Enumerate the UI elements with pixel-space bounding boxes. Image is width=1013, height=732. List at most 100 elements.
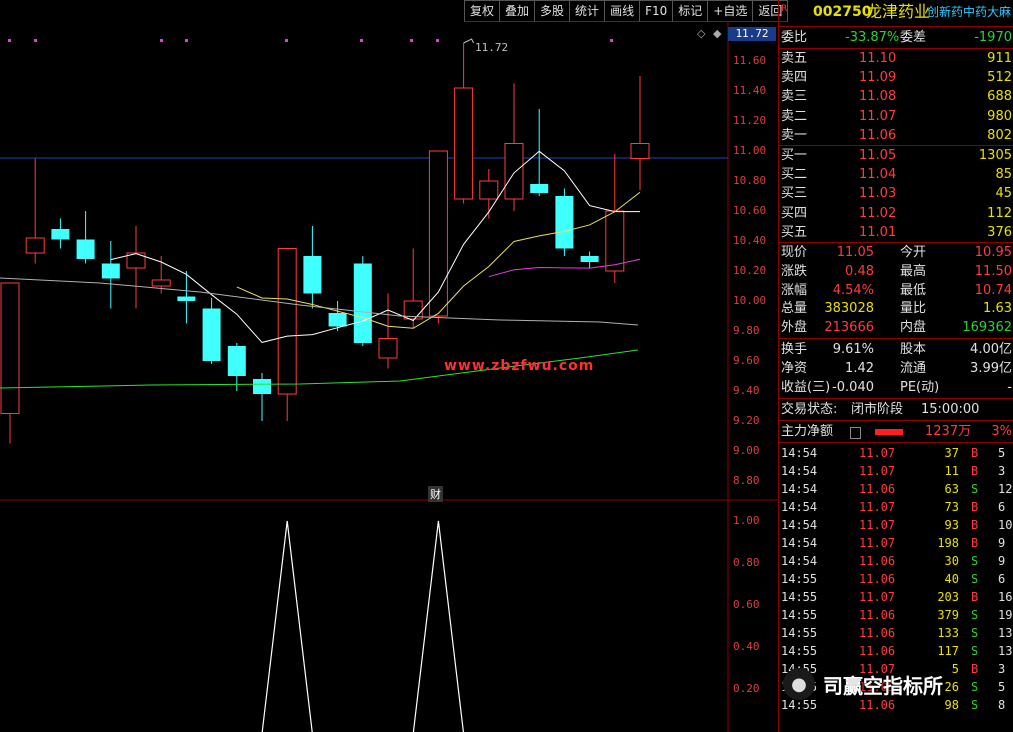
- toolbar-button-1[interactable]: 叠加: [499, 0, 536, 22]
- tick-row: 14:55 11.06 40 S 6: [779, 570, 1013, 588]
- stat-row: 净资 1.42 流通 3.99亿: [779, 360, 1013, 378]
- price-tick: 8.80: [733, 474, 760, 487]
- price-tick: 11.60: [733, 54, 767, 67]
- bid-price: 11.01: [859, 224, 897, 240]
- candle-body: [555, 196, 574, 249]
- tick-row: 14:55 11.07 203 B 16: [779, 588, 1013, 606]
- stat-row: 外盘 213666 内盘 169362: [779, 319, 1013, 337]
- tick-s: S: [971, 626, 979, 640]
- price-tick: 10.00: [733, 294, 767, 307]
- indicator-label[interactable]: 财: [428, 486, 443, 502]
- stock-concept: 创新药中药大麻: [927, 5, 1012, 19]
- bid-label: 买三: [781, 186, 808, 202]
- marker-dot: [610, 39, 613, 42]
- stock-header: R 002750 龙津药业 创新药中药大麻: [779, 3, 1013, 23]
- candle-body: [454, 87, 474, 200]
- tick-p: 11.06: [859, 608, 896, 622]
- tick-n: 9: [998, 536, 1006, 550]
- ask-price: 11.08: [859, 89, 897, 105]
- toolbar-button-3[interactable]: 统计: [569, 0, 606, 22]
- watermark-text: www.zbzfwu.com: [444, 358, 595, 374]
- ask-volume: 980: [987, 108, 1012, 124]
- toolbar-button-4[interactable]: 画线: [604, 0, 641, 22]
- tick-t: 14:55: [781, 644, 818, 658]
- stock-name: 龙津药业: [866, 2, 931, 21]
- price-marker: 11.72: [728, 27, 776, 41]
- candle-body: [479, 180, 499, 200]
- weibi-row: 委比 -33.87% 委差 -1970: [779, 29, 1013, 47]
- tick-p: 11.07: [859, 464, 896, 478]
- tick-v: 93: [944, 518, 959, 532]
- bid-label: 买一: [781, 148, 808, 163]
- bid-label: 买五: [781, 224, 808, 240]
- tick-v: 5: [951, 662, 959, 676]
- tick-t: 14:54: [781, 464, 818, 478]
- tick-p: 11.06: [859, 554, 896, 568]
- tick-s: S: [971, 482, 979, 496]
- tick-row: 14:55 11.06 117 S 13: [779, 642, 1013, 660]
- tick-p: 11.06: [859, 572, 896, 586]
- kline-chart[interactable]: ◇ ◆ 11.72 11.72 www.zbzfwu.com 财 11.60 11.…: [0, 0, 778, 732]
- divider: [779, 26, 1013, 27]
- toolbar-button-7[interactable]: +自选: [707, 0, 754, 22]
- tick-t: 14:54: [781, 536, 818, 550]
- tick-p: 11.07: [859, 590, 896, 604]
- candle-body: [76, 239, 95, 259]
- tick-t: 14:55: [781, 572, 818, 586]
- tick-row: 14:54 11.07 37 B 5: [779, 444, 1013, 462]
- tick-t: 14:54: [781, 482, 818, 496]
- trade-status-label: 交易状态:: [781, 402, 838, 417]
- marker-dot: [34, 39, 37, 42]
- high-price-label: 11.72: [475, 41, 509, 54]
- tick-n: 9: [998, 554, 1006, 568]
- tick-s: B: [971, 662, 979, 676]
- marker-dot: [185, 39, 188, 42]
- ask-row: 卖二 11.07 980: [779, 108, 1013, 126]
- candle-body: [630, 143, 650, 159]
- stat-label: 今开: [900, 245, 927, 260]
- tick-s: S: [971, 680, 979, 694]
- tick-t: 14:55: [781, 608, 818, 622]
- tick-n: 16: [998, 590, 1013, 604]
- ask-volume: 512: [987, 70, 1012, 86]
- candle-body: [25, 237, 45, 254]
- tick-p: 11.07: [859, 500, 896, 514]
- tick-v: 11: [944, 464, 959, 478]
- toolbar-button-2[interactable]: 多股: [534, 0, 571, 22]
- stat-value: 1.63: [983, 301, 1012, 317]
- candle-body: [101, 263, 120, 279]
- stat-label: 现价: [781, 245, 808, 260]
- stat-label: 量比: [900, 301, 927, 317]
- price-tick: 9.80: [733, 324, 760, 337]
- indicator-spike: [412, 520, 464, 732]
- tick-s: B: [971, 446, 979, 460]
- stat-label: PE(动): [900, 380, 940, 395]
- candle-body: [151, 279, 171, 287]
- toolbar-button-5[interactable]: F10: [639, 0, 674, 22]
- bid-label: 买四: [781, 205, 808, 221]
- wechat-icon: ●: [783, 668, 815, 700]
- ask-label: 卖五: [781, 51, 808, 66]
- chart-canvas[interactable]: ◇ ◆: [0, 0, 778, 732]
- bid-row: 买四 11.02 112: [779, 205, 1013, 223]
- candle-body: [0, 282, 20, 414]
- list-icon[interactable]: [850, 427, 861, 439]
- wechat-name: 司赢空指标所: [823, 673, 943, 698]
- divider: [779, 442, 1013, 443]
- tick-n: 19: [998, 608, 1013, 622]
- tick-p: 11.07: [859, 536, 896, 550]
- toolbar-button-0[interactable]: 复权: [464, 0, 501, 22]
- bid-volume: 376: [987, 224, 1012, 240]
- ask-row: 卖四 11.09 512: [779, 69, 1013, 87]
- toolbar-button-6[interactable]: 标记: [672, 0, 709, 22]
- bid-price: 11.02: [859, 205, 897, 221]
- wechat-watermark: ● 司赢空指标所: [783, 668, 943, 700]
- bid-label: 买二: [781, 167, 808, 183]
- trade-time: 15:00:00: [921, 402, 980, 417]
- divider: [779, 242, 1013, 243]
- divider: [779, 48, 1013, 49]
- stat-value: 0.48: [845, 263, 874, 279]
- stat-label: 涨幅: [781, 282, 808, 298]
- stat-value: -0.040: [832, 380, 874, 395]
- indicator-spike: [261, 520, 313, 732]
